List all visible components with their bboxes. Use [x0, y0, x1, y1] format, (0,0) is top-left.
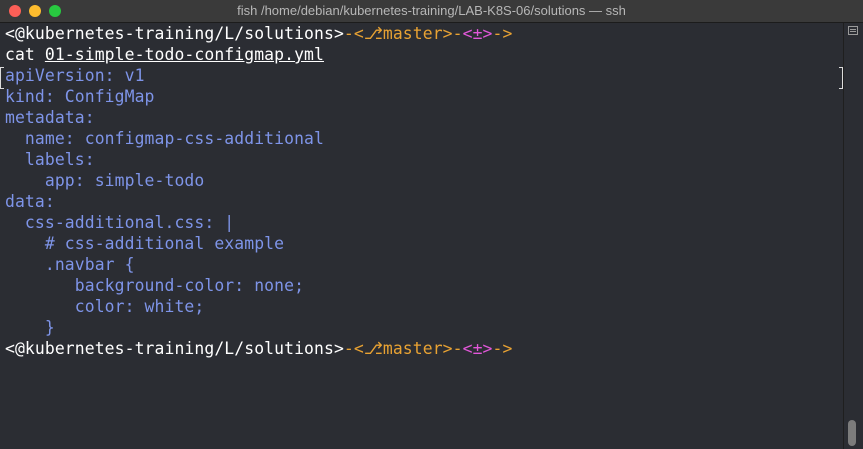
output-line: kind: ConfigMap: [5, 87, 155, 106]
output-line: color: white;: [5, 297, 205, 316]
git-branch-icon: ⎇: [363, 24, 383, 43]
output-line: app: simple-todo: [5, 171, 205, 190]
scrollbar-thumb[interactable]: [848, 420, 856, 446]
output-line: css-additional.css: |: [5, 213, 235, 232]
output-line: background-color: none;: [5, 276, 305, 295]
output-line: metadata:: [5, 108, 95, 127]
command-line: cat 01-simple-todo-configmap.yml: [5, 44, 324, 65]
output-line: }: [5, 318, 55, 337]
terminal-content[interactable]: <@kubernetes-training/L/solutions>-<⎇mas…: [0, 23, 843, 449]
prompt-separator: ->: [492, 24, 513, 43]
prompt-separator: >-: [442, 339, 463, 358]
git-status: <±>: [462, 339, 493, 358]
window-title: fish /home/debian/kubernetes-training/LA…: [237, 3, 626, 18]
selection-bracket-left: [0, 67, 4, 89]
git-branch: master: [382, 24, 443, 43]
prompt-line: <@kubernetes-training/L/solutions>-<⎇mas…: [5, 23, 512, 44]
menu-icon[interactable]: [848, 26, 858, 35]
prompt-path: <@kubernetes-training/L/solutions>: [5, 24, 344, 43]
prompt-line: <@kubernetes-training/L/solutions>-<⎇mas…: [5, 338, 512, 359]
title-bar: fish /home/debian/kubernetes-training/LA…: [0, 0, 863, 23]
git-status: <±>: [462, 24, 493, 43]
output-line: apiVersion: v1: [5, 66, 145, 85]
prompt-separator: -<: [343, 339, 364, 358]
terminal-window: fish /home/debian/kubernetes-training/LA…: [0, 0, 863, 449]
command-argument[interactable]: 01-simple-todo-configmap.yml: [45, 45, 324, 64]
prompt-separator: -<: [343, 24, 364, 43]
output-line: # css-additional example: [5, 234, 285, 253]
output-line: name: configmap-css-additional: [5, 129, 324, 148]
command-name: cat: [5, 45, 45, 64]
prompt-path: <@kubernetes-training/L/solutions>: [5, 339, 344, 358]
prompt-separator: >-: [442, 24, 463, 43]
git-branch-icon: ⎇: [363, 339, 383, 358]
prompt-separator: ->: [492, 339, 513, 358]
output-line: data:: [5, 192, 55, 211]
output-line: .navbar {: [5, 255, 135, 274]
git-branch: master: [382, 339, 443, 358]
output-line: labels:: [5, 150, 95, 169]
scrollbar[interactable]: [843, 23, 863, 449]
